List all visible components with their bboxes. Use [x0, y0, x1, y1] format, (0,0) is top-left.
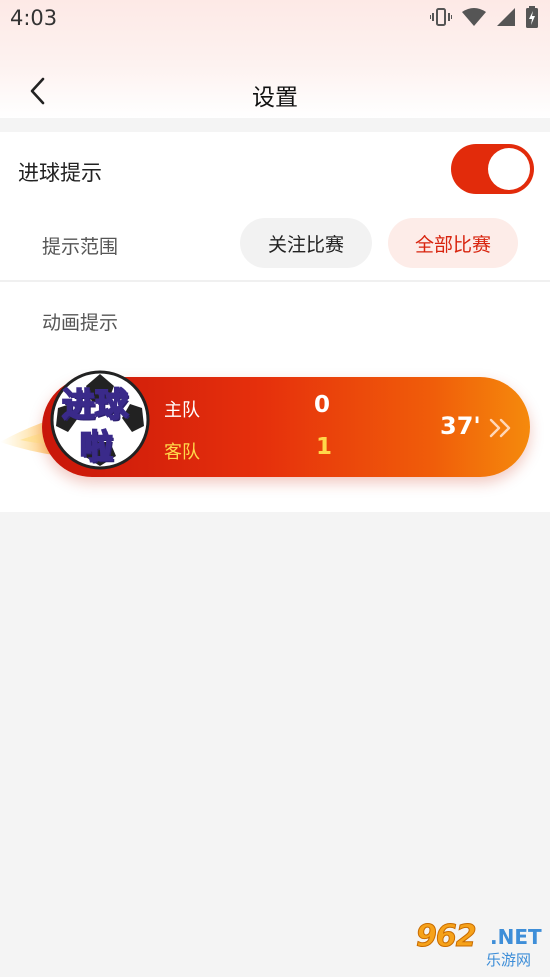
away-team-label: 客队	[164, 442, 200, 463]
status-icons	[429, 6, 538, 32]
scope-all-matches-button[interactable]: 全部比赛	[388, 218, 518, 268]
home-team-label: 主队	[164, 400, 200, 421]
goal-badge-text-2: 啦	[79, 427, 114, 466]
nav-bar: 设置	[0, 66, 550, 118]
notify-scope-label: 提示范围	[42, 236, 119, 258]
battery-icon	[526, 6, 538, 32]
goal-animation-preview[interactable]: 进球 啦 主队 客队 0 1 37'	[0, 362, 550, 492]
home-score: 0	[314, 392, 331, 418]
match-minute: 37'	[440, 412, 481, 440]
toggle-knob	[488, 148, 530, 190]
watermark-net: .NET	[490, 925, 542, 949]
scope-followed-matches-button[interactable]: 关注比赛	[240, 218, 372, 268]
goal-notify-row: 进球提示	[0, 132, 550, 208]
vibrate-icon	[429, 7, 453, 31]
double-chevron-right-icon	[489, 418, 511, 438]
signal-icon	[496, 7, 516, 31]
watermark-site-name: 乐游网	[486, 951, 532, 969]
away-score: 1	[316, 434, 333, 460]
goal-notify-toggle[interactable]	[451, 144, 534, 194]
notify-scope-row: 提示范围 关注比赛 全部比赛	[0, 208, 550, 280]
watermark-number: 962	[416, 919, 478, 955]
settings-card: 进球提示 提示范围 关注比赛 全部比赛 动画提示 进球 啦 主队 客队 0 1 …	[0, 132, 550, 512]
animation-notify-label: 动画提示	[42, 312, 119, 334]
watermark-logo: 962 .NET 乐游网	[408, 919, 544, 970]
header-area: 4:03 设置	[0, 0, 550, 118]
goal-badge-text-1: 进球	[61, 385, 129, 424]
status-bar: 4:03	[0, 0, 550, 38]
page-title: 设置	[252, 85, 298, 111]
status-time: 4:03	[10, 6, 58, 30]
goal-notify-label: 进球提示	[18, 161, 102, 185]
divider	[0, 280, 550, 282]
wifi-icon	[462, 7, 486, 31]
